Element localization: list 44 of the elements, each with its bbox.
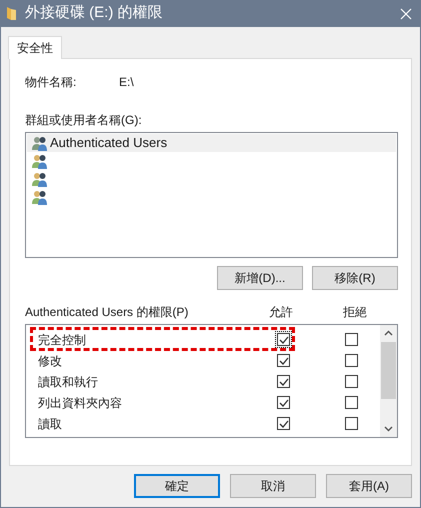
checkbox[interactable] — [345, 417, 358, 430]
checkbox[interactable] — [345, 396, 358, 409]
object-name-value: E:\ — [119, 74, 134, 91]
checkbox[interactable] — [275, 352, 292, 369]
checkbox[interactable] — [275, 394, 292, 411]
permission-name: 修改 — [37, 352, 63, 370]
checkbox[interactable] — [275, 331, 292, 348]
users-icon — [32, 153, 48, 169]
checkbox[interactable] — [345, 354, 358, 367]
window-title: 外接硬碟 (E:) 的權限 — [25, 3, 162, 24]
check-mark-icon — [278, 334, 288, 344]
checkbox[interactable] — [275, 415, 292, 432]
users-icon — [32, 189, 48, 205]
permission-name: 讀取和執行 — [37, 374, 99, 390]
checkbox[interactable] — [345, 375, 358, 388]
object-name-label: 物件名稱: — [25, 74, 78, 91]
tab[interactable]: 安全性 — [8, 36, 62, 59]
deny-header: 拒絕 — [343, 304, 367, 321]
allow-header: 允許 — [269, 304, 294, 321]
button[interactable]: 確定 — [134, 474, 220, 498]
checkbox[interactable] — [345, 333, 358, 346]
checkbox[interactable] — [275, 373, 292, 390]
scrollbar-thumb[interactable] — [381, 342, 396, 399]
user-list[interactable]: Authenticated Users — [25, 132, 398, 258]
users-icon — [32, 135, 48, 151]
user-list-item[interactable]: Authenticated Users — [27, 134, 396, 152]
permission-name: 完全控制 — [37, 332, 87, 348]
user-name: Authenticated Users — [49, 134, 168, 152]
button[interactable]: 取消 — [230, 474, 316, 498]
check-mark-icon — [278, 418, 288, 428]
users-icon — [32, 171, 48, 187]
button[interactable]: 移除(R) — [312, 266, 398, 290]
folder-icon — [7, 7, 16, 20]
check-mark-icon — [278, 356, 288, 366]
close-icon[interactable] — [400, 8, 412, 20]
permission-name: 讀取 — [37, 416, 63, 432]
scrollbar[interactable] — [380, 325, 397, 437]
groups-label: 群組或使用者名稱(G): — [25, 112, 143, 128]
button[interactable]: 新增(D)... — [217, 266, 303, 290]
button[interactable]: 套用(A) — [326, 474, 412, 498]
check-mark-icon — [278, 376, 288, 386]
check-mark-icon — [278, 398, 288, 408]
permissions-label: Authenticated Users 的權限(P) — [25, 304, 190, 321]
permission-name: 列出資料夾內容 — [37, 394, 123, 412]
